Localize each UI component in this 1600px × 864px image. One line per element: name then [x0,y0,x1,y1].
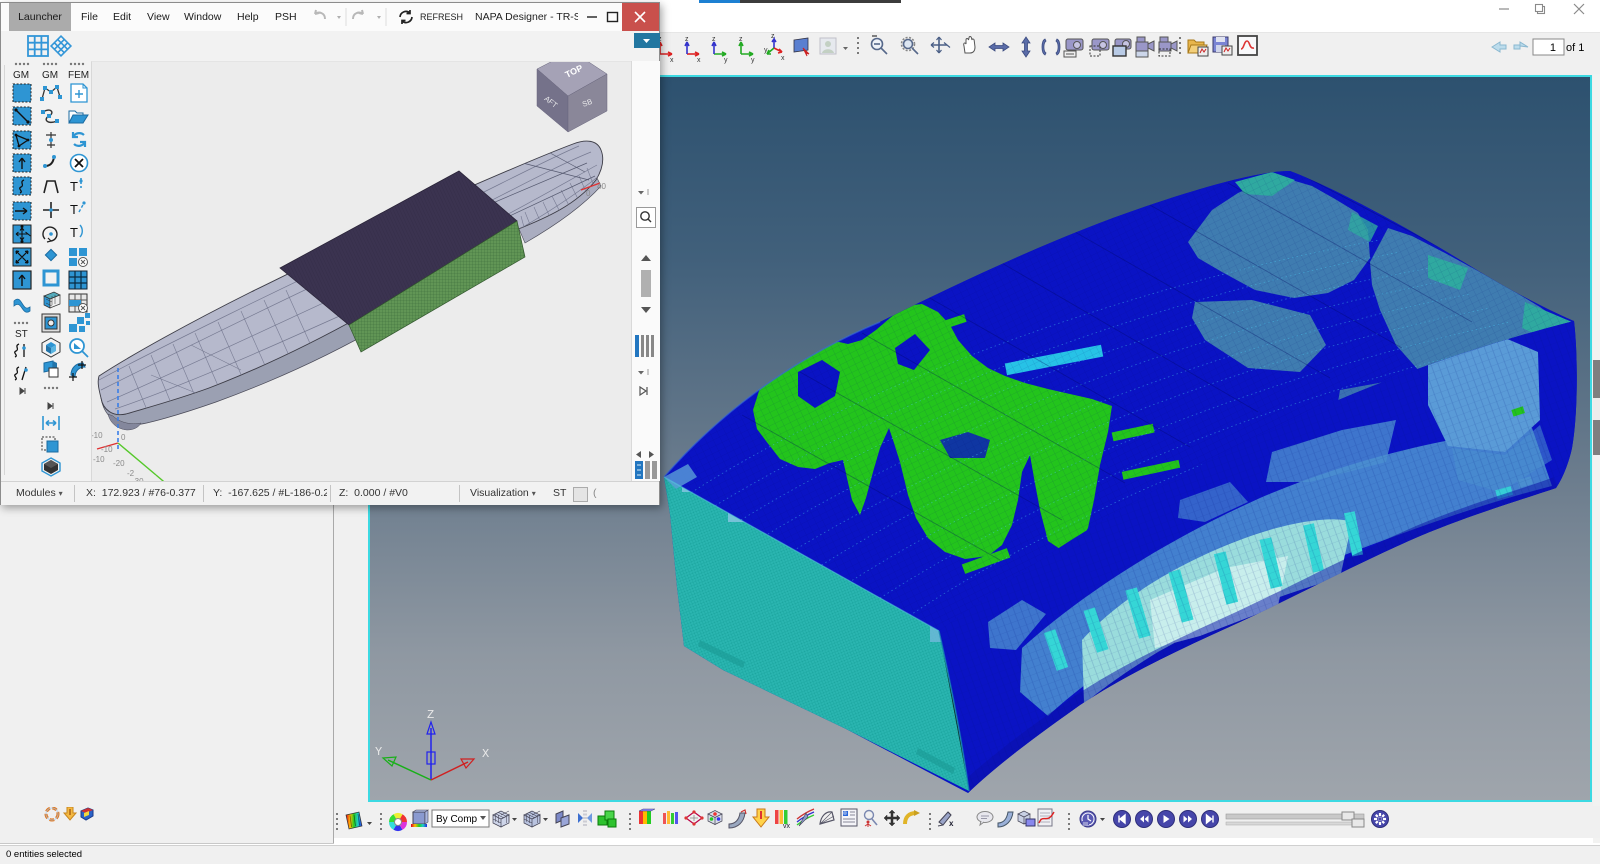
svg-text:z: z [712,36,716,43]
svg-text:-20: -20 [113,459,125,468]
svg-text:0: 0 [586,189,591,198]
svg-text:x: x [697,57,701,64]
svg-text:y: y [764,47,768,54]
svg-text:0: 0 [121,433,126,442]
svg-text:x: x [949,819,954,828]
svg-text:Z: Z [427,708,434,722]
svg-text:GM: GM [13,70,29,81]
svg-text:T: T [70,179,78,194]
svg-text:-10: -10 [92,431,103,440]
svg-text:z: z [685,36,689,43]
svg-text:Y: Y [375,745,382,759]
svg-text:1: 1 [1550,42,1556,54]
svg-text:-10: -10 [101,445,113,454]
svg-text:vx: vx [783,823,791,830]
svg-text:z: z [771,33,775,40]
svg-text:ST: ST [15,329,28,340]
svg-text:y: y [724,57,728,64]
svg-text:z: z [739,36,743,43]
svg-text:of 1: of 1 [1566,42,1584,54]
svg-text:y: y [751,57,755,64]
svg-text:40: 40 [597,182,606,191]
svg-text:By Comp: By Comp [436,814,478,825]
svg-text:x: x [670,57,674,64]
svg-text:T: T [70,202,78,217]
svg-text:GM: GM [42,70,58,81]
svg-text:x: x [781,55,785,62]
svg-text:T: T [70,225,78,240]
svg-text:FEM: FEM [68,70,89,81]
svg-text:X: X [482,747,489,761]
svg-text:-10: -10 [93,455,105,464]
